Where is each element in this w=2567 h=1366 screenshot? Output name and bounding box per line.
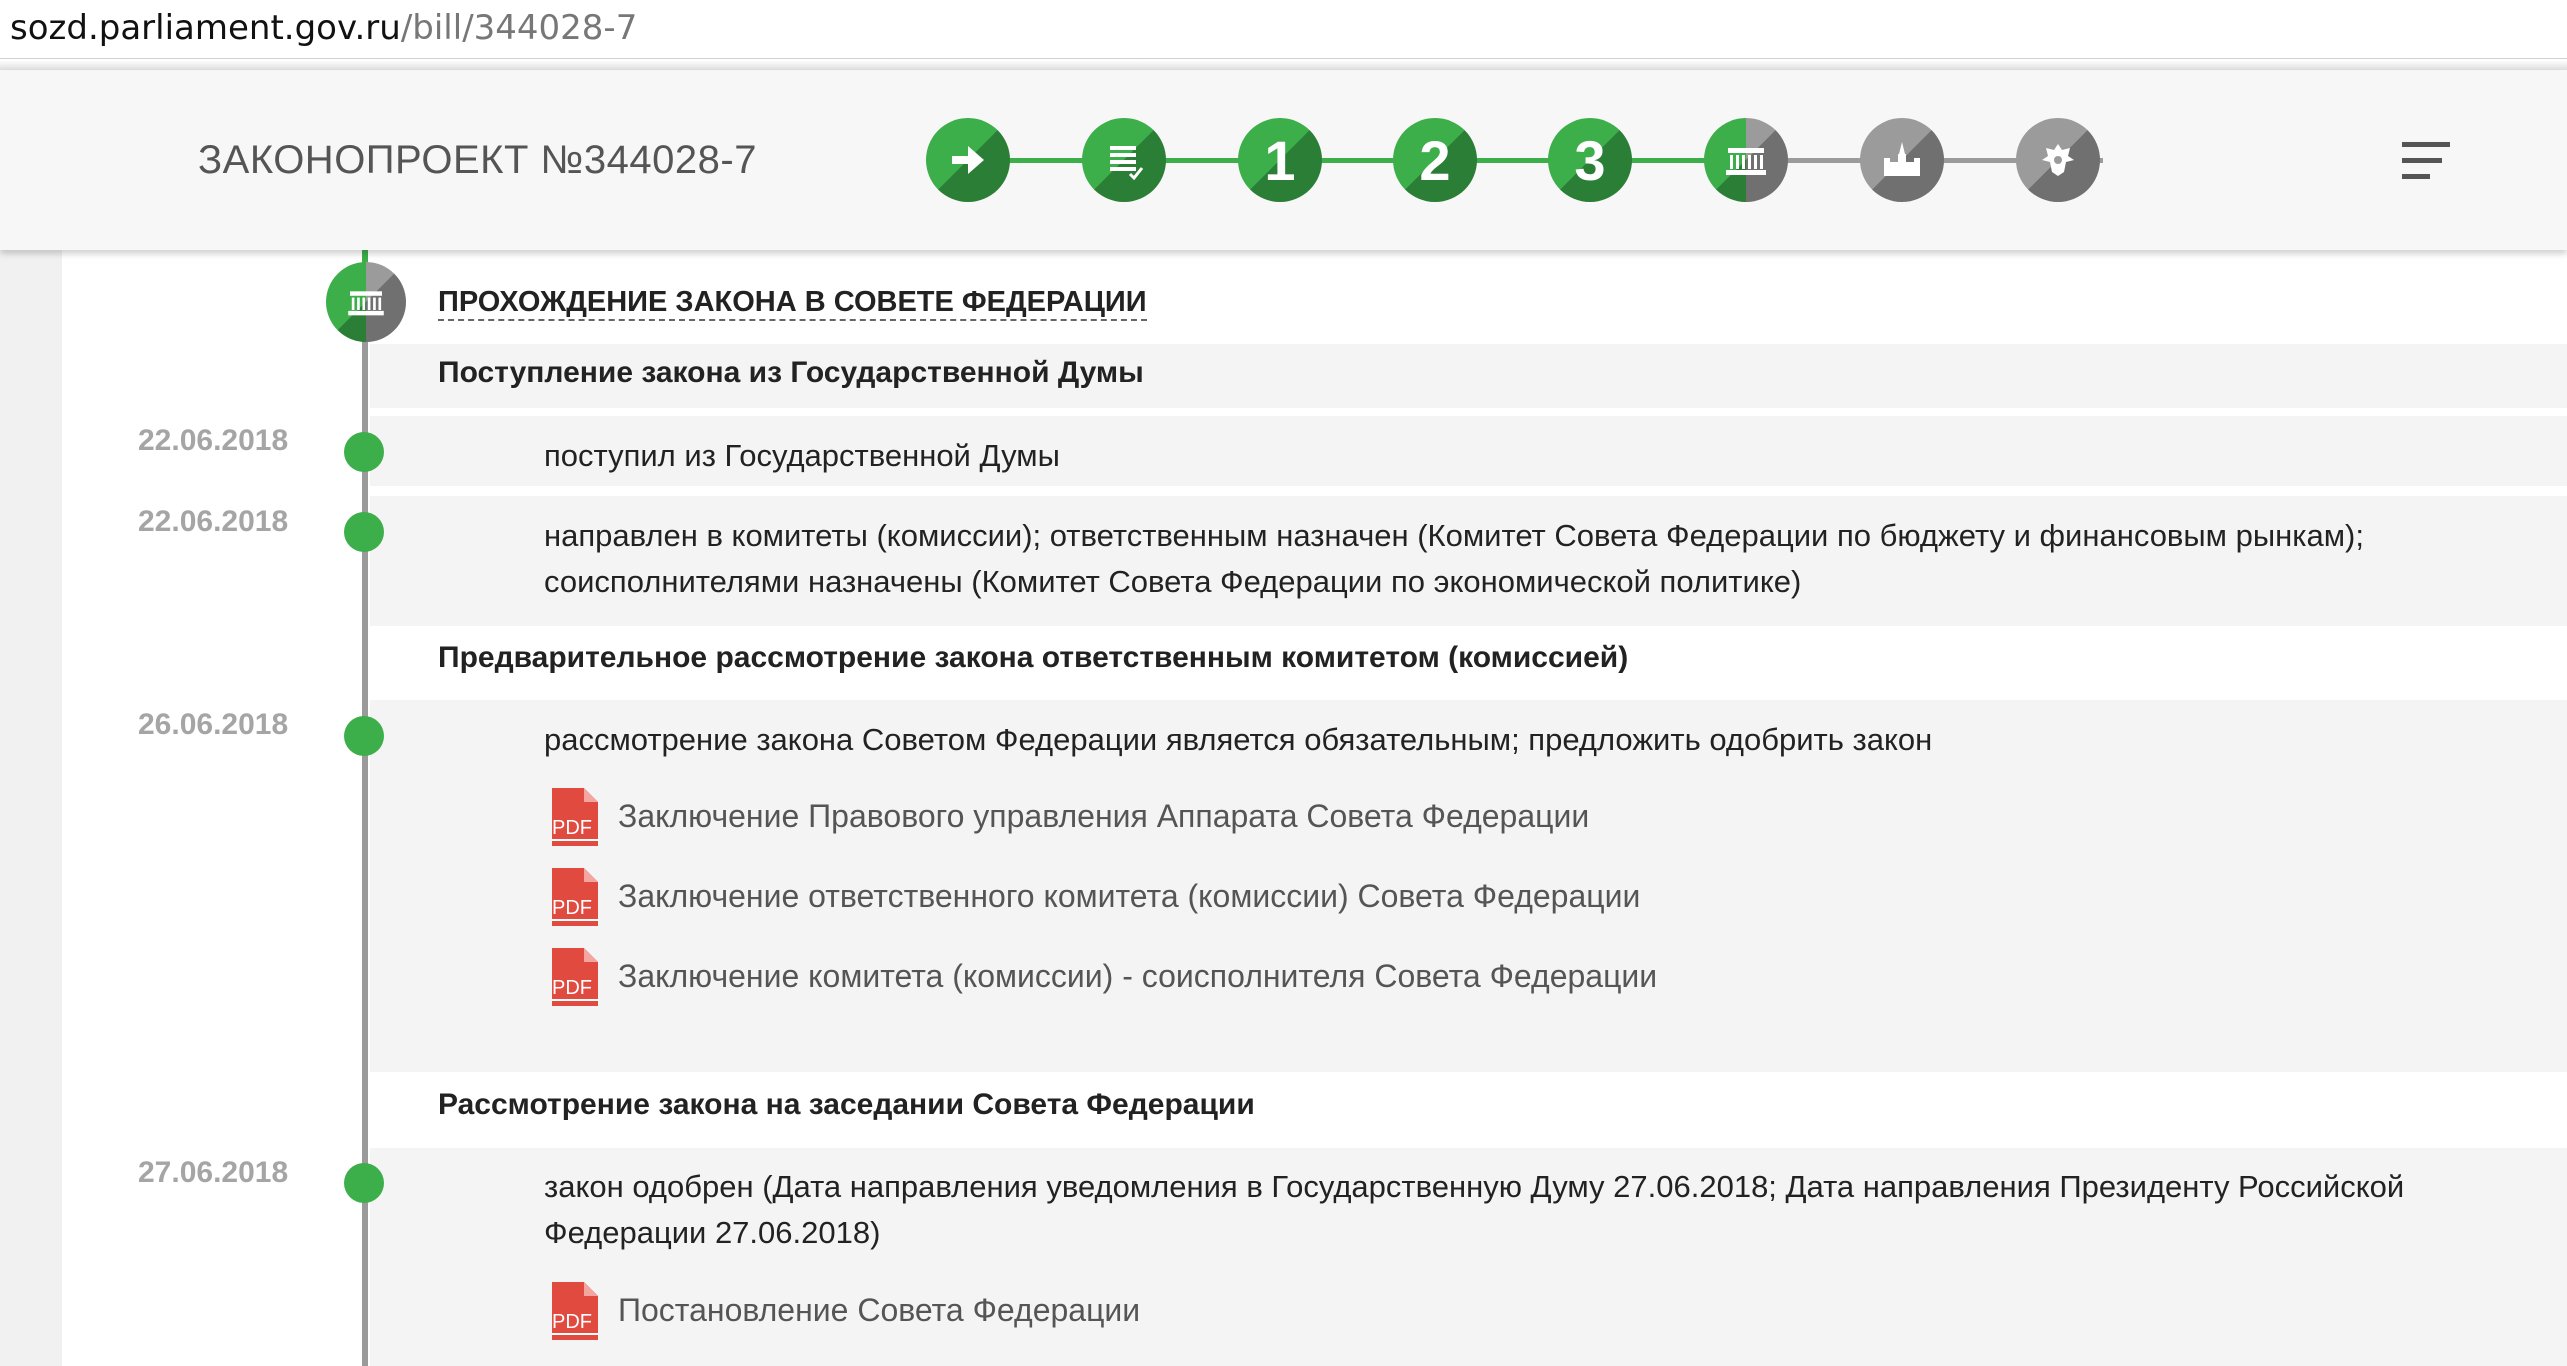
timeline-dot (344, 716, 384, 756)
stage-title: Предварительное рассмотрение закона отве… (438, 641, 1629, 674)
stage-title: Рассмотрение закона на заседании Совета … (438, 1088, 1255, 1121)
event-text: поступил из Государственной Думы (544, 438, 1060, 473)
page-title: ЗАКОНОПРОЕКТ №344028-7 (198, 138, 757, 182)
svg-text:PDF: PDF (552, 897, 592, 919)
step-preliminary[interactable] (1082, 118, 1166, 202)
menu-icon[interactable] (2402, 142, 2454, 182)
svg-text:PDF: PDF (552, 977, 592, 999)
event-text: направлен в комитеты (комиссии); ответст… (544, 518, 2364, 599)
step-publication[interactable] (2016, 118, 2100, 202)
step-reading-2[interactable]: 2 (1393, 118, 1477, 202)
step-number: 3 (1574, 128, 1606, 192)
step-number: 2 (1419, 128, 1451, 192)
pdf-file-icon: PDF (552, 1282, 598, 1340)
event-date: 22.06.2018 (138, 505, 289, 538)
step-reading-1[interactable]: 1 (1238, 118, 1322, 202)
event-text: закон одобрен (Дата направления уведомле… (544, 1169, 2405, 1250)
timeline-dot (344, 1163, 384, 1203)
emblem-icon (2042, 144, 2074, 176)
url-host: sozd.parliament.gov.ru (10, 8, 401, 48)
step-federation-council[interactable] (1704, 118, 1788, 202)
step-introduction[interactable] (926, 118, 1010, 202)
url-text[interactable]: sozd.parliament.gov.ru/bill/344028-7 (10, 8, 637, 48)
federation-council-section-icon (326, 262, 406, 342)
timeline-dot (344, 512, 384, 552)
event-date: 22.06.2018 (138, 424, 289, 457)
event-text: рассмотрение закона Советом Федерации яв… (544, 722, 1933, 757)
section-title-federation-council[interactable]: ПРОХОЖДЕНИЕ ЗАКОНА В СОВЕТЕ ФЕДЕРАЦИИ (438, 286, 1147, 321)
event-date: 26.06.2018 (138, 708, 289, 741)
arrow-right-icon (952, 146, 984, 174)
svg-text:PDF: PDF (552, 1311, 592, 1333)
stage-title: Поступление закона из Государственной Ду… (438, 356, 1144, 389)
kremlin-icon (1884, 142, 1920, 176)
step-reading-3[interactable]: 3 (1548, 118, 1632, 202)
document-link[interactable]: Постановление Совета Федерации (618, 1292, 1140, 1329)
url-path: /bill/344028-7 (400, 8, 638, 48)
address-bar[interactable]: sozd.parliament.gov.ru/bill/344028-7 (0, 0, 2567, 59)
document-link[interactable]: Заключение ответственного комитета (коми… (618, 878, 1640, 915)
pdf-file-icon: PDF (552, 788, 598, 846)
left-margin (0, 250, 62, 1366)
building-columns-icon (1726, 148, 1766, 175)
event-date: 27.06.2018 (138, 1156, 289, 1189)
bill-header: ЗАКОНОПРОЕКТ №344028-7 1 2 3 (0, 70, 2567, 250)
pdf-file-icon: PDF (552, 868, 598, 926)
building-columns-icon (348, 291, 384, 316)
document-list-icon (1110, 146, 1144, 180)
step-president[interactable] (1860, 118, 1944, 202)
pdf-file-icon: PDF (552, 948, 598, 1006)
timeline-dot (344, 432, 384, 472)
step-number: 1 (1264, 128, 1296, 192)
document-link[interactable]: Заключение комитета (комиссии) - соиспол… (618, 958, 1657, 995)
svg-text:PDF: PDF (552, 817, 592, 839)
document-link[interactable]: Заключение Правового управления Аппарата… (618, 798, 1589, 835)
